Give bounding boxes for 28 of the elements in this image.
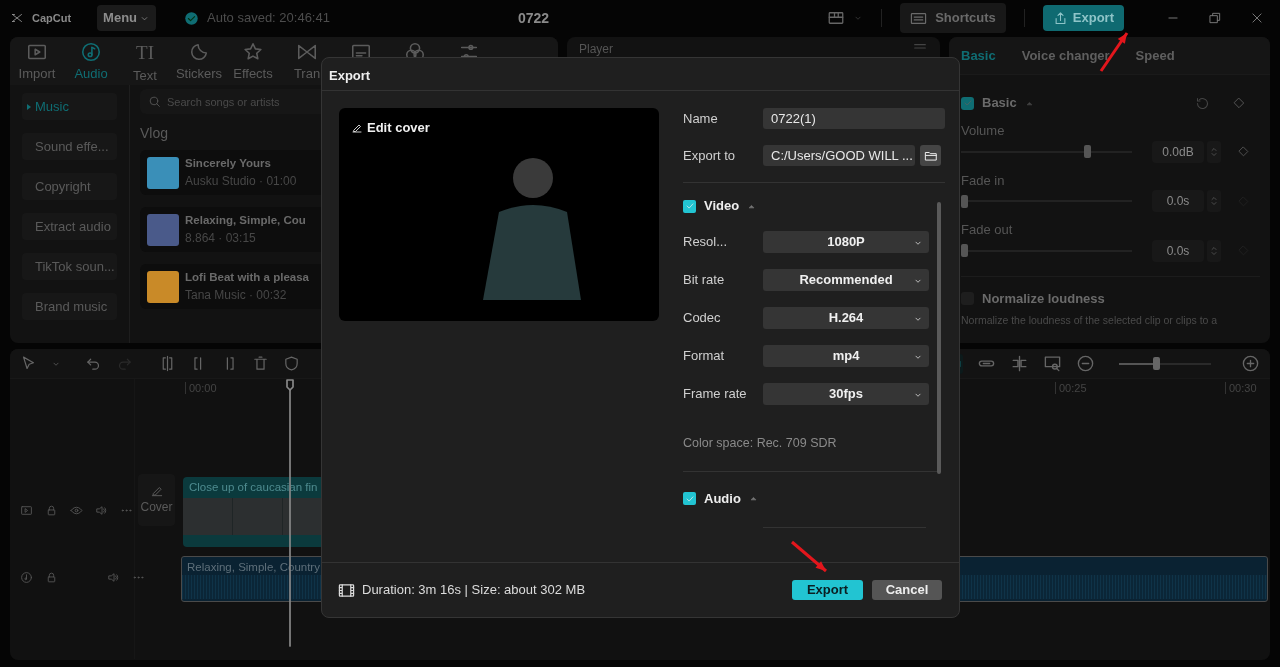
slider-label: Fade out	[961, 221, 1014, 239]
group-heading: Vlog	[140, 124, 169, 143]
dialog-title: Export	[322, 58, 959, 91]
field-label: Frame rate	[683, 385, 748, 404]
field-label: Codec	[683, 309, 722, 328]
app-name: CapCut	[32, 10, 72, 26]
autosave-status: Auto saved: 20:46:41	[207, 9, 330, 28]
field-label: Format	[683, 347, 726, 366]
slider-label: Fade in	[961, 171, 1006, 190]
song-meta: Ausku Studio · 01:00	[185, 173, 297, 191]
field-label: Resol...	[683, 233, 729, 252]
song-title: Relaxing, Simple, Cou	[185, 212, 306, 228]
section-title: Basic	[982, 94, 1017, 113]
field-label: Export to	[683, 146, 737, 165]
field-label: Name	[683, 109, 719, 128]
song-meta: Tana Music · 00:32	[185, 287, 288, 305]
song-title: Lofi Beat with a pleasa	[185, 269, 309, 285]
section-title: Video	[704, 197, 740, 216]
export-summary: Duration: 3m 16s | Size: about 302 MB	[362, 581, 586, 600]
color-space-info: Color space: Rec. 709 SDR	[683, 435, 838, 452]
project-title: 0722	[517, 9, 550, 26]
section-title: Audio	[704, 490, 741, 508]
song-meta: 8.864 · 03:15	[185, 230, 257, 248]
slider-label: Volume	[961, 122, 1006, 140]
song-title: Sincerely Yours	[185, 155, 272, 171]
field-label: Bit rate	[683, 271, 726, 290]
option-label: Normalize loudness	[982, 289, 1105, 308]
panel-title: Player	[579, 41, 613, 58]
